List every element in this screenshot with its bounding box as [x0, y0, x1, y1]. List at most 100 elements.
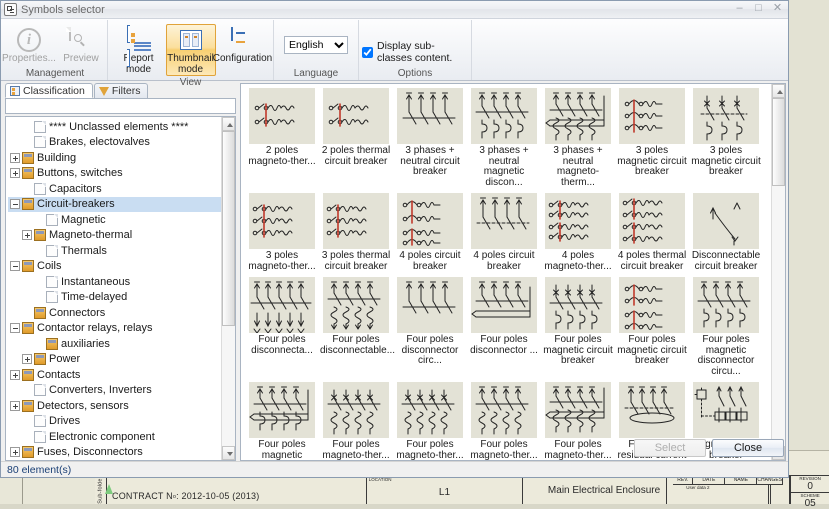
tree-expander-icon[interactable] — [10, 401, 20, 411]
symbol-cell[interactable]: 3 poles magnetic circuit breaker — [691, 88, 761, 188]
tree-expander-icon[interactable] — [10, 447, 20, 457]
tree-node[interactable]: Contactor relays, relays — [8, 321, 221, 337]
tree-expander-icon[interactable] — [10, 168, 20, 178]
search-input[interactable] — [6, 99, 235, 113]
symbol-thumbnail-four-poles-cb — [397, 193, 463, 249]
tree-node[interactable]: Converters, Inverters — [8, 383, 221, 399]
configuration-button[interactable]: Configuration — [218, 24, 268, 66]
tree-expander-icon[interactable] — [10, 153, 20, 163]
tree-spacer — [34, 246, 44, 256]
tree-node[interactable]: Circuit-breakers — [8, 197, 221, 213]
tree-scroll-down-icon[interactable] — [222, 446, 235, 460]
symbol-cell[interactable]: 4 poles magneto-ther... — [543, 193, 613, 272]
tree-node[interactable]: Magneto-thermal — [8, 228, 221, 244]
close-icon[interactable]: ✕ — [771, 2, 784, 15]
tree-scroll-thumb[interactable] — [222, 131, 235, 326]
tree-node[interactable]: Coils — [8, 259, 221, 275]
grid-scroll-thumb[interactable] — [772, 98, 785, 186]
tree-node[interactable]: **** Unclassed elements **** — [8, 119, 221, 135]
tree-expander-icon[interactable] — [22, 354, 32, 364]
close-button[interactable]: Close — [712, 439, 784, 457]
symbol-cell[interactable]: Four poles magneto-ther... — [395, 382, 465, 460]
tree-node[interactable]: Magnetic — [8, 212, 221, 228]
tree-node[interactable]: Power — [8, 352, 221, 368]
tree-vertical-scrollbar[interactable] — [221, 117, 235, 460]
display-subclasses-checkbox[interactable] — [362, 47, 373, 58]
maximize-icon[interactable]: □ — [752, 2, 765, 15]
tree-node[interactable]: Brakes, electovalves — [8, 135, 221, 151]
symbol-cell[interactable]: 3 phases + neutral magneto-therm... — [543, 88, 613, 188]
symbol-cell[interactable]: Disconnectable circuit breaker — [691, 193, 761, 272]
symbol-cell[interactable]: 2 poles magneto-ther... — [247, 88, 317, 188]
tree-node[interactable]: Building — [8, 150, 221, 166]
tree-node[interactable]: Buttons, switches — [8, 166, 221, 182]
symbol-label: Four poles magnetic disconnector circu..… — [690, 335, 762, 377]
symbol-cell[interactable]: 3 poles magneto-ther... — [247, 193, 317, 272]
select-button[interactable]: Select — [634, 439, 706, 457]
tree-node[interactable]: Drives — [8, 414, 221, 430]
symbol-cell[interactable]: 3 poles magnetic circuit breaker — [617, 88, 687, 188]
tree-expander-icon[interactable] — [10, 261, 20, 271]
symbol-cell[interactable]: Four poles magnetic circuit breaker — [617, 277, 687, 377]
document-icon — [46, 276, 58, 288]
tree-node-label: Magneto-thermal — [49, 229, 132, 241]
symbol-label: Four poles disconnector circ... — [394, 335, 466, 367]
symbol-cell[interactable]: Four poles magneto-ther... — [469, 382, 539, 460]
classification-tree-panel: **** Unclassed elements ****Brakes, elec… — [5, 116, 236, 461]
minimize-icon[interactable]: – — [733, 2, 746, 15]
tab-filters[interactable]: Filters — [94, 83, 149, 98]
tree-node[interactable]: auxiliaries — [8, 336, 221, 352]
grid-scroll-up-icon[interactable] — [772, 84, 785, 98]
tree-node[interactable]: Fuses, Disconnectors — [8, 445, 221, 461]
configuration-label: Configuration — [213, 54, 272, 65]
symbols-selector-dialog: Symbols selector – □ ✕ i Properties... P… — [0, 0, 789, 478]
tree-scroll-up-icon[interactable] — [222, 117, 235, 131]
symbol-cell[interactable]: Four poles magneto-ther... — [321, 382, 391, 460]
symbol-cell[interactable]: Four poles disconnector ... — [469, 277, 539, 377]
tree-expander-icon[interactable] — [10, 370, 20, 380]
symbol-cell[interactable]: 2 poles thermal circuit breaker — [321, 88, 391, 188]
tree-expander-icon[interactable] — [10, 199, 20, 209]
location-value: L1 — [439, 487, 450, 498]
display-subclasses-row[interactable]: Display sub-classes content. — [362, 40, 468, 64]
tree-node[interactable]: Instantaneous — [8, 274, 221, 290]
symbol-cell[interactable]: Four poles magnetic circuit breaker — [543, 277, 613, 377]
info-icon: i — [17, 28, 41, 52]
tab-classification[interactable]: Classification — [5, 83, 93, 98]
symbol-cell[interactable]: Four poles magnetic disconnector circu..… — [247, 382, 317, 460]
tree-node[interactable]: Time-delayed — [8, 290, 221, 306]
tree-expander-icon[interactable] — [22, 230, 32, 240]
symbol-cell[interactable]: 3 phases + neutral magnetic discon... — [469, 88, 539, 188]
symbol-cell[interactable]: Four poles disconnector circ... — [395, 277, 465, 377]
tree-scroll-track[interactable] — [222, 131, 235, 446]
tree-node[interactable]: Electronic component — [8, 429, 221, 445]
dialog-titlebar[interactable]: Symbols selector – □ ✕ — [1, 1, 788, 19]
tree-node[interactable]: Contacts — [8, 367, 221, 383]
symbol-label: 4 poles thermal circuit breaker — [616, 251, 688, 272]
symbol-cell[interactable]: 4 poles circuit breaker — [395, 193, 465, 272]
report-mode-button[interactable]: Report mode — [114, 24, 164, 76]
symbol-cell[interactable]: 3 phases + neutral circuit breaker — [395, 88, 465, 188]
classification-tree[interactable]: **** Unclassed elements ****Brakes, elec… — [6, 117, 221, 460]
symbol-cell[interactable]: Four poles magneto-ther... — [543, 382, 613, 460]
grid-vertical-scrollbar[interactable] — [771, 84, 785, 460]
symbols-grid[interactable]: 2 poles magneto-ther...2 poles thermal c… — [241, 84, 771, 460]
tree-node[interactable]: Thermals — [8, 243, 221, 259]
symbol-cell[interactable]: 4 poles thermal circuit breaker — [617, 193, 687, 272]
tree-expander-icon[interactable] — [10, 323, 20, 333]
properties-button[interactable]: i Properties... — [4, 24, 54, 66]
symbol-cell[interactable]: Four poles disconnecta... — [247, 277, 317, 377]
tree-node[interactable]: Connectors — [8, 305, 221, 321]
tree-node-label: Contacts — [37, 369, 80, 381]
symbol-cell[interactable]: Four poles disconnectable... — [321, 277, 391, 377]
tree-node[interactable]: Capacitors — [8, 181, 221, 197]
symbol-cell[interactable]: 3 poles thermal circuit breaker — [321, 193, 391, 272]
symbol-cell[interactable]: 4 poles circuit breaker — [469, 193, 539, 272]
language-select[interactable]: English — [284, 36, 348, 54]
grid-scroll-track[interactable] — [772, 98, 785, 446]
tree-node[interactable]: Detectors, sensors — [8, 398, 221, 414]
symbol-cell[interactable]: Four poles magnetic disconnector circu..… — [691, 277, 761, 377]
symbol-label: 2 poles thermal circuit breaker — [320, 146, 392, 167]
thumbnail-mode-button[interactable]: Thumbnail mode — [166, 24, 216, 76]
preview-button[interactable]: Preview — [56, 24, 106, 66]
